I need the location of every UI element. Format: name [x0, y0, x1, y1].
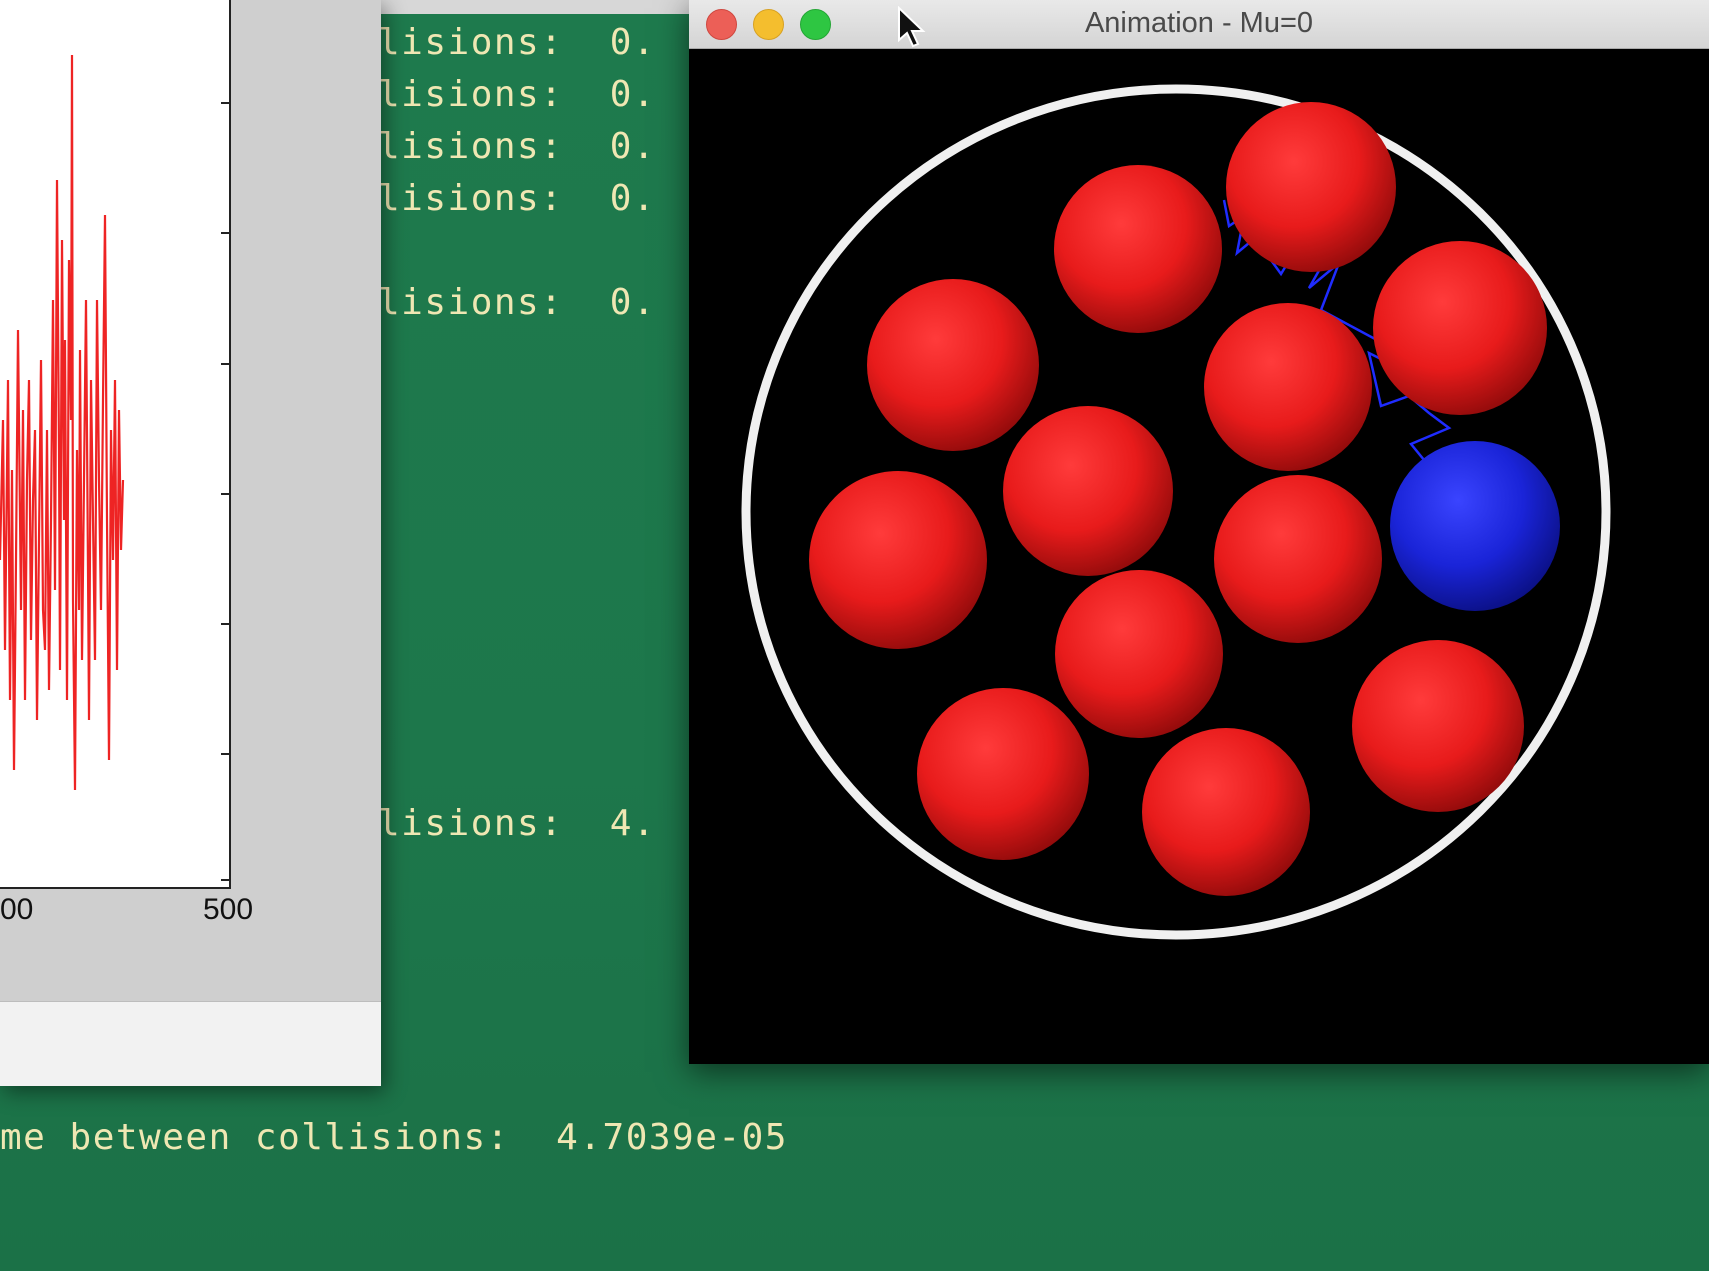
- red-ball: [1055, 570, 1223, 738]
- animation-window[interactable]: Animation - Mu=0: [689, 0, 1709, 1064]
- plot-axes: [0, 0, 231, 889]
- animation-canvas[interactable]: [689, 48, 1709, 1064]
- terminal-line: lisions: 4.: [378, 803, 657, 844]
- red-ball: [1352, 640, 1524, 812]
- red-ball: [1142, 728, 1310, 896]
- red-ball: [1214, 475, 1382, 643]
- window-title: Animation - Mu=0: [1084, 7, 1314, 39]
- red-ball: [917, 688, 1089, 860]
- terminal-line: lisions: 0.: [378, 282, 657, 323]
- red-ball: [1003, 406, 1173, 576]
- window-titlebar[interactable]: Animation - Mu=0: [689, 0, 1709, 49]
- plot-window[interactable]: 00 500: [0, 0, 381, 1086]
- terminal-line: lisions: 0.: [378, 74, 657, 115]
- terminal-line: lisions: 0.: [378, 178, 657, 219]
- terminal-line: lisions: 0.: [378, 126, 657, 167]
- red-ball: [1054, 165, 1222, 333]
- plot-series: [0, 54, 229, 881]
- x-tick-label: 00: [0, 893, 34, 926]
- terminal-titlebar-fragment: [380, 0, 690, 14]
- red-ball: [1226, 102, 1396, 272]
- terminal-line: me between collisions: 4.7039e-05: [0, 1117, 788, 1158]
- blue-tracer-ball: [1390, 441, 1560, 611]
- red-ball: [1373, 241, 1547, 415]
- terminal-line: lisions: 0.: [378, 22, 657, 63]
- red-ball: [867, 279, 1039, 451]
- plot-window-footer: [0, 1001, 381, 1086]
- x-tick-label: 500: [203, 893, 254, 926]
- red-ball: [1204, 303, 1372, 471]
- red-ball: [809, 471, 987, 649]
- mouse-cursor-icon: [898, 6, 926, 48]
